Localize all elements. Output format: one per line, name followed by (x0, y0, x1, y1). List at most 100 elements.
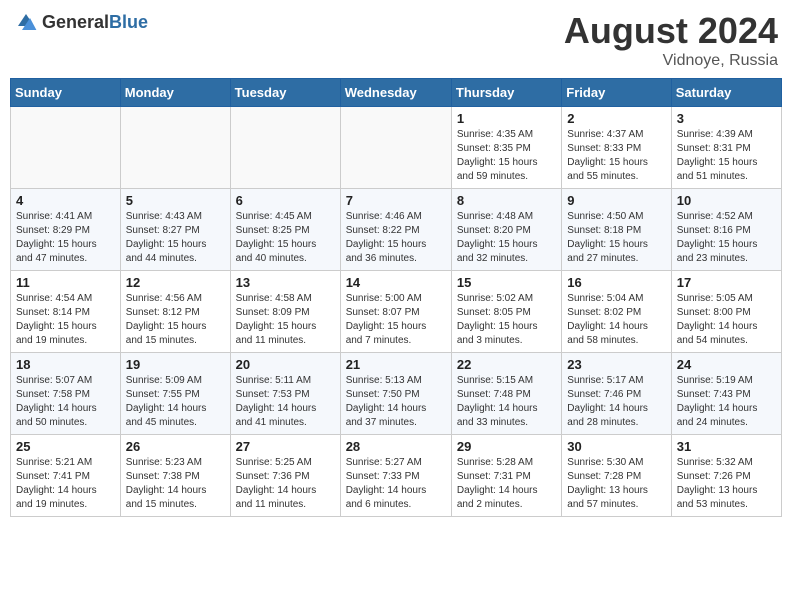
day-number: 16 (567, 275, 665, 290)
day-number: 20 (236, 357, 335, 372)
day-info: Sunrise: 5:28 AM Sunset: 7:31 PM Dayligh… (457, 456, 556, 512)
day-number: 1 (457, 111, 556, 126)
day-info: Sunrise: 4:56 AM Sunset: 8:12 PM Dayligh… (126, 292, 225, 348)
calendar-day-cell: 18 Sunrise: 5:07 AM Sunset: 7:58 PM Dayli… (11, 353, 121, 435)
calendar-day-cell: 31 Sunrise: 5:32 AM Sunset: 7:26 PM Dayli… (671, 435, 781, 517)
calendar-day-cell: 28 Sunrise: 5:27 AM Sunset: 7:33 PM Dayli… (340, 435, 451, 517)
day-info: Sunrise: 4:37 AM Sunset: 8:33 PM Dayligh… (567, 128, 665, 184)
day-number: 31 (677, 439, 776, 454)
weekday-header-monday: Monday (120, 79, 230, 107)
day-info: Sunrise: 5:09 AM Sunset: 7:55 PM Dayligh… (126, 374, 225, 430)
logo-general: General (42, 12, 109, 32)
calendar-week-row: 18 Sunrise: 5:07 AM Sunset: 7:58 PM Dayli… (11, 353, 782, 435)
day-number: 2 (567, 111, 665, 126)
day-info: Sunrise: 5:30 AM Sunset: 7:28 PM Dayligh… (567, 456, 665, 512)
title-block: August 2024 Vidnoye, Russia (564, 10, 778, 70)
day-info: Sunrise: 5:05 AM Sunset: 8:00 PM Dayligh… (677, 292, 776, 348)
calendar-day-cell: 27 Sunrise: 5:25 AM Sunset: 7:36 PM Dayli… (230, 435, 340, 517)
weekday-header-friday: Friday (562, 79, 671, 107)
calendar-day-cell: 9 Sunrise: 4:50 AM Sunset: 8:18 PM Daylig… (562, 189, 671, 271)
calendar-day-cell: 29 Sunrise: 5:28 AM Sunset: 7:31 PM Dayli… (451, 435, 561, 517)
day-info: Sunrise: 5:00 AM Sunset: 8:07 PM Dayligh… (346, 292, 446, 348)
calendar-week-row: 11 Sunrise: 4:54 AM Sunset: 8:14 PM Dayli… (11, 271, 782, 353)
calendar-day-cell: 2 Sunrise: 4:37 AM Sunset: 8:33 PM Daylig… (562, 107, 671, 189)
calendar-day-cell: 10Sunrise: 4:52 AM Sunset: 8:16 PM Dayli… (671, 189, 781, 271)
day-number: 26 (126, 439, 225, 454)
calendar-day-cell: 1 Sunrise: 4:35 AM Sunset: 8:35 PM Daylig… (451, 107, 561, 189)
calendar-table: SundayMondayTuesdayWednesdayThursdayFrid… (10, 78, 782, 517)
calendar-week-row: 25 Sunrise: 5:21 AM Sunset: 7:41 PM Dayli… (11, 435, 782, 517)
calendar-day-cell: 19 Sunrise: 5:09 AM Sunset: 7:55 PM Dayli… (120, 353, 230, 435)
calendar-day-cell: 7 Sunrise: 4:46 AM Sunset: 8:22 PM Daylig… (340, 189, 451, 271)
day-info: Sunrise: 5:13 AM Sunset: 7:50 PM Dayligh… (346, 374, 446, 430)
calendar-day-cell: 14 Sunrise: 5:00 AM Sunset: 8:07 PM Dayli… (340, 271, 451, 353)
weekday-header-row: SundayMondayTuesdayWednesdayThursdayFrid… (11, 79, 782, 107)
calendar-day-cell: 22 Sunrise: 5:15 AM Sunset: 7:48 PM Dayli… (451, 353, 561, 435)
day-info: Sunrise: 4:48 AM Sunset: 8:20 PM Dayligh… (457, 210, 556, 266)
day-info: Sunrise: 4:43 AM Sunset: 8:27 PM Dayligh… (126, 210, 225, 266)
day-number: 12 (126, 275, 225, 290)
calendar-day-cell: 15Sunrise: 5:02 AM Sunset: 8:05 PM Dayli… (451, 271, 561, 353)
day-info: Sunrise: 4:35 AM Sunset: 8:35 PM Dayligh… (457, 128, 556, 184)
calendar-day-cell: 13Sunrise: 4:58 AM Sunset: 8:09 PM Dayli… (230, 271, 340, 353)
day-info: Sunrise: 5:15 AM Sunset: 7:48 PM Dayligh… (457, 374, 556, 430)
calendar-day-cell (340, 107, 451, 189)
weekday-header-wednesday: Wednesday (340, 79, 451, 107)
day-number: 9 (567, 193, 665, 208)
calendar-day-cell: 21 Sunrise: 5:13 AM Sunset: 7:50 PM Dayli… (340, 353, 451, 435)
day-info: Sunrise: 4:50 AM Sunset: 8:18 PM Dayligh… (567, 210, 665, 266)
day-info: Sunrise: 5:21 AM Sunset: 7:41 PM Dayligh… (16, 456, 115, 512)
day-info: Sunrise: 4:41 AM Sunset: 8:29 PM Dayligh… (16, 210, 115, 266)
calendar-day-cell: 16Sunrise: 5:04 AM Sunset: 8:02 PM Dayli… (562, 271, 671, 353)
day-info: Sunrise: 5:23 AM Sunset: 7:38 PM Dayligh… (126, 456, 225, 512)
day-info: Sunrise: 4:39 AM Sunset: 8:31 PM Dayligh… (677, 128, 776, 184)
day-number: 17 (677, 275, 776, 290)
calendar-day-cell: 24 Sunrise: 5:19 AM Sunset: 7:43 PM Dayli… (671, 353, 781, 435)
day-number: 27 (236, 439, 335, 454)
day-number: 21 (346, 357, 446, 372)
day-number: 11 (16, 275, 115, 290)
day-number: 7 (346, 193, 446, 208)
day-number: 14 (346, 275, 446, 290)
day-number: 28 (346, 439, 446, 454)
page-header: GeneralBlue August 2024 Vidnoye, Russia (10, 10, 782, 70)
day-number: 22 (457, 357, 556, 372)
day-number: 30 (567, 439, 665, 454)
calendar-day-cell: 6 Sunrise: 4:45 AM Sunset: 8:25 PM Daylig… (230, 189, 340, 271)
weekday-header-tuesday: Tuesday (230, 79, 340, 107)
day-info: Sunrise: 4:54 AM Sunset: 8:14 PM Dayligh… (16, 292, 115, 348)
day-info: Sunrise: 5:02 AM Sunset: 8:05 PM Dayligh… (457, 292, 556, 348)
day-info: Sunrise: 4:46 AM Sunset: 8:22 PM Dayligh… (346, 210, 446, 266)
day-info: Sunrise: 4:52 AM Sunset: 8:16 PM Dayligh… (677, 210, 776, 266)
day-number: 18 (16, 357, 115, 372)
calendar-week-row: 1 Sunrise: 4:35 AM Sunset: 8:35 PM Daylig… (11, 107, 782, 189)
day-info: Sunrise: 5:07 AM Sunset: 7:58 PM Dayligh… (16, 374, 115, 430)
day-number: 19 (126, 357, 225, 372)
month-year-title: August 2024 (564, 10, 778, 52)
day-number: 25 (16, 439, 115, 454)
day-number: 6 (236, 193, 335, 208)
calendar-day-cell: 30 Sunrise: 5:30 AM Sunset: 7:28 PM Dayli… (562, 435, 671, 517)
day-number: 5 (126, 193, 225, 208)
day-number: 29 (457, 439, 556, 454)
calendar-week-row: 4Sunrise: 4:41 AM Sunset: 8:29 PM Daylig… (11, 189, 782, 271)
day-number: 8 (457, 193, 556, 208)
calendar-day-cell: 5 Sunrise: 4:43 AM Sunset: 8:27 PM Daylig… (120, 189, 230, 271)
day-info: Sunrise: 5:32 AM Sunset: 7:26 PM Dayligh… (677, 456, 776, 512)
calendar-day-cell: 8 Sunrise: 4:48 AM Sunset: 8:20 PM Daylig… (451, 189, 561, 271)
weekday-header-thursday: Thursday (451, 79, 561, 107)
day-info: Sunrise: 5:27 AM Sunset: 7:33 PM Dayligh… (346, 456, 446, 512)
day-number: 24 (677, 357, 776, 372)
day-info: Sunrise: 4:45 AM Sunset: 8:25 PM Dayligh… (236, 210, 335, 266)
day-info: Sunrise: 5:17 AM Sunset: 7:46 PM Dayligh… (567, 374, 665, 430)
calendar-day-cell: 25 Sunrise: 5:21 AM Sunset: 7:41 PM Dayli… (11, 435, 121, 517)
calendar-day-cell: 4Sunrise: 4:41 AM Sunset: 8:29 PM Daylig… (11, 189, 121, 271)
day-info: Sunrise: 4:58 AM Sunset: 8:09 PM Dayligh… (236, 292, 335, 348)
day-info: Sunrise: 5:19 AM Sunset: 7:43 PM Dayligh… (677, 374, 776, 430)
day-number: 3 (677, 111, 776, 126)
calendar-day-cell: 12 Sunrise: 4:56 AM Sunset: 8:12 PM Dayli… (120, 271, 230, 353)
day-info: Sunrise: 5:25 AM Sunset: 7:36 PM Dayligh… (236, 456, 335, 512)
calendar-day-cell: 3 Sunrise: 4:39 AM Sunset: 8:31 PM Daylig… (671, 107, 781, 189)
location-subtitle: Vidnoye, Russia (564, 52, 778, 70)
day-number: 23 (567, 357, 665, 372)
